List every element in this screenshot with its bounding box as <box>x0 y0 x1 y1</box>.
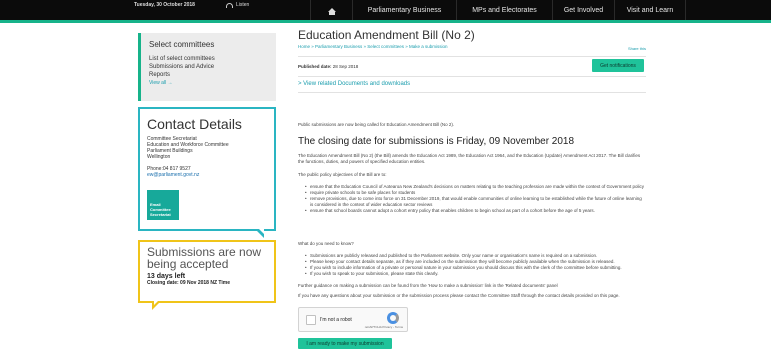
nav-home[interactable] <box>310 0 352 20</box>
intro-text: Public submissions are now being called … <box>298 122 455 127</box>
listen-label: Listen <box>236 2 250 8</box>
nav-parliamentary-business[interactable]: Parliamentary Business <box>352 0 456 20</box>
captcha-checkbox[interactable] <box>306 315 316 325</box>
closing-date: Closing date: 09 Nov 2018 NZ Time <box>147 280 230 286</box>
submissions-panel: Submissions are now being accepted 13 da… <box>138 240 276 310</box>
recaptcha-icon <box>387 312 399 324</box>
recaptcha-brand: reCAPTCHA Privacy - Terms <box>364 325 403 329</box>
nav-get-involved[interactable]: Get Involved <box>552 0 614 20</box>
objectives-list: ensure that the Education Council of Aot… <box>305 184 645 214</box>
contact-heading: Contact Details <box>147 116 242 132</box>
published-row: Published date: 28 Sep 2018 Get notifica… <box>298 59 646 75</box>
list-item: remove provisions, due to come into forc… <box>305 196 645 208</box>
committee-logo: Email Committee Secretariat <box>147 190 179 220</box>
get-notifications-button[interactable]: Get notifications <box>592 59 644 72</box>
bill-description: The Education Amendment Bill (No 2) (the… <box>298 153 641 164</box>
nav-visit-learn[interactable]: Visit and Learn <box>614 0 686 20</box>
contact-email-link[interactable]: ew@parliament.govt.nz <box>147 172 267 178</box>
share-link[interactable]: Share this <box>628 46 646 51</box>
list-item: ensure that school boards cannot adopt a… <box>305 208 645 214</box>
divider <box>298 92 646 93</box>
main-content: Education Amendment Bill (No 2) Home » P… <box>298 28 646 298</box>
logo-line: Secretariat <box>150 212 171 217</box>
divider <box>298 56 646 57</box>
related-documents-link[interactable]: > View related Documents and downloads <box>298 81 410 87</box>
main-nav: Parliamentary Business MPs and Electorat… <box>310 0 686 20</box>
link-list-select-committees[interactable]: List of select committees <box>149 55 268 63</box>
contact-details-panel: Contact Details Committee Secretariat Ed… <box>138 107 276 238</box>
know-list: Submissions are publicly released and pu… <box>305 253 645 277</box>
divider <box>298 76 646 77</box>
closing-date-heading: The closing date for submissions is Frid… <box>298 136 575 147</box>
view-all-link[interactable]: View all → <box>149 80 268 86</box>
home-icon <box>327 8 336 15</box>
list-item: If you wish to speak to your submission,… <box>305 271 645 277</box>
nav-mps-electorates[interactable]: MPs and Electorates <box>456 0 552 20</box>
what-to-know-heading: What do you need to know? <box>298 241 354 246</box>
published-date: Published date: 28 Sep 2018 <box>298 64 358 69</box>
published-value: 28 Sep 2018 <box>332 64 359 69</box>
guidance-text: Further guidance on making a submission … <box>298 283 558 288</box>
published-label: Published date: <box>298 64 332 69</box>
select-committees-panel: Select committees List of select committ… <box>138 33 276 101</box>
link-reports[interactable]: Reports <box>149 71 268 79</box>
recaptcha-widget: I'm not a robot reCAPTCHA Privacy - Term… <box>298 307 408 332</box>
objectives-intro: The public policy objectives of the Bill… <box>298 172 387 177</box>
submissions-heading: Submissions are now being accepted <box>147 245 262 271</box>
top-bar: Tuesday, 30 October 2018 Listen Parliame… <box>0 0 771 20</box>
speech-notch <box>256 228 264 238</box>
breadcrumb[interactable]: Home » Parliamentary Business » Select c… <box>298 44 646 49</box>
make-submission-button[interactable]: I am ready to make my submission <box>298 338 392 349</box>
select-committees-heading: Select committees <box>149 40 215 49</box>
link-submissions-advice[interactable]: Submissions and Advice <box>149 63 268 71</box>
accent-strip <box>0 20 771 23</box>
headphones-icon <box>226 2 233 8</box>
page-title: Education Amendment Bill (No 2) <box>298 28 475 42</box>
listen-button[interactable]: Listen <box>226 2 249 8</box>
days-left: 13 days left <box>147 273 186 280</box>
questions-text: If you have any questions about your sub… <box>298 293 620 298</box>
captcha-label: I'm not a robot <box>320 317 352 323</box>
current-date: Tuesday, 30 October 2018 <box>134 2 195 8</box>
speech-notch <box>152 300 160 310</box>
